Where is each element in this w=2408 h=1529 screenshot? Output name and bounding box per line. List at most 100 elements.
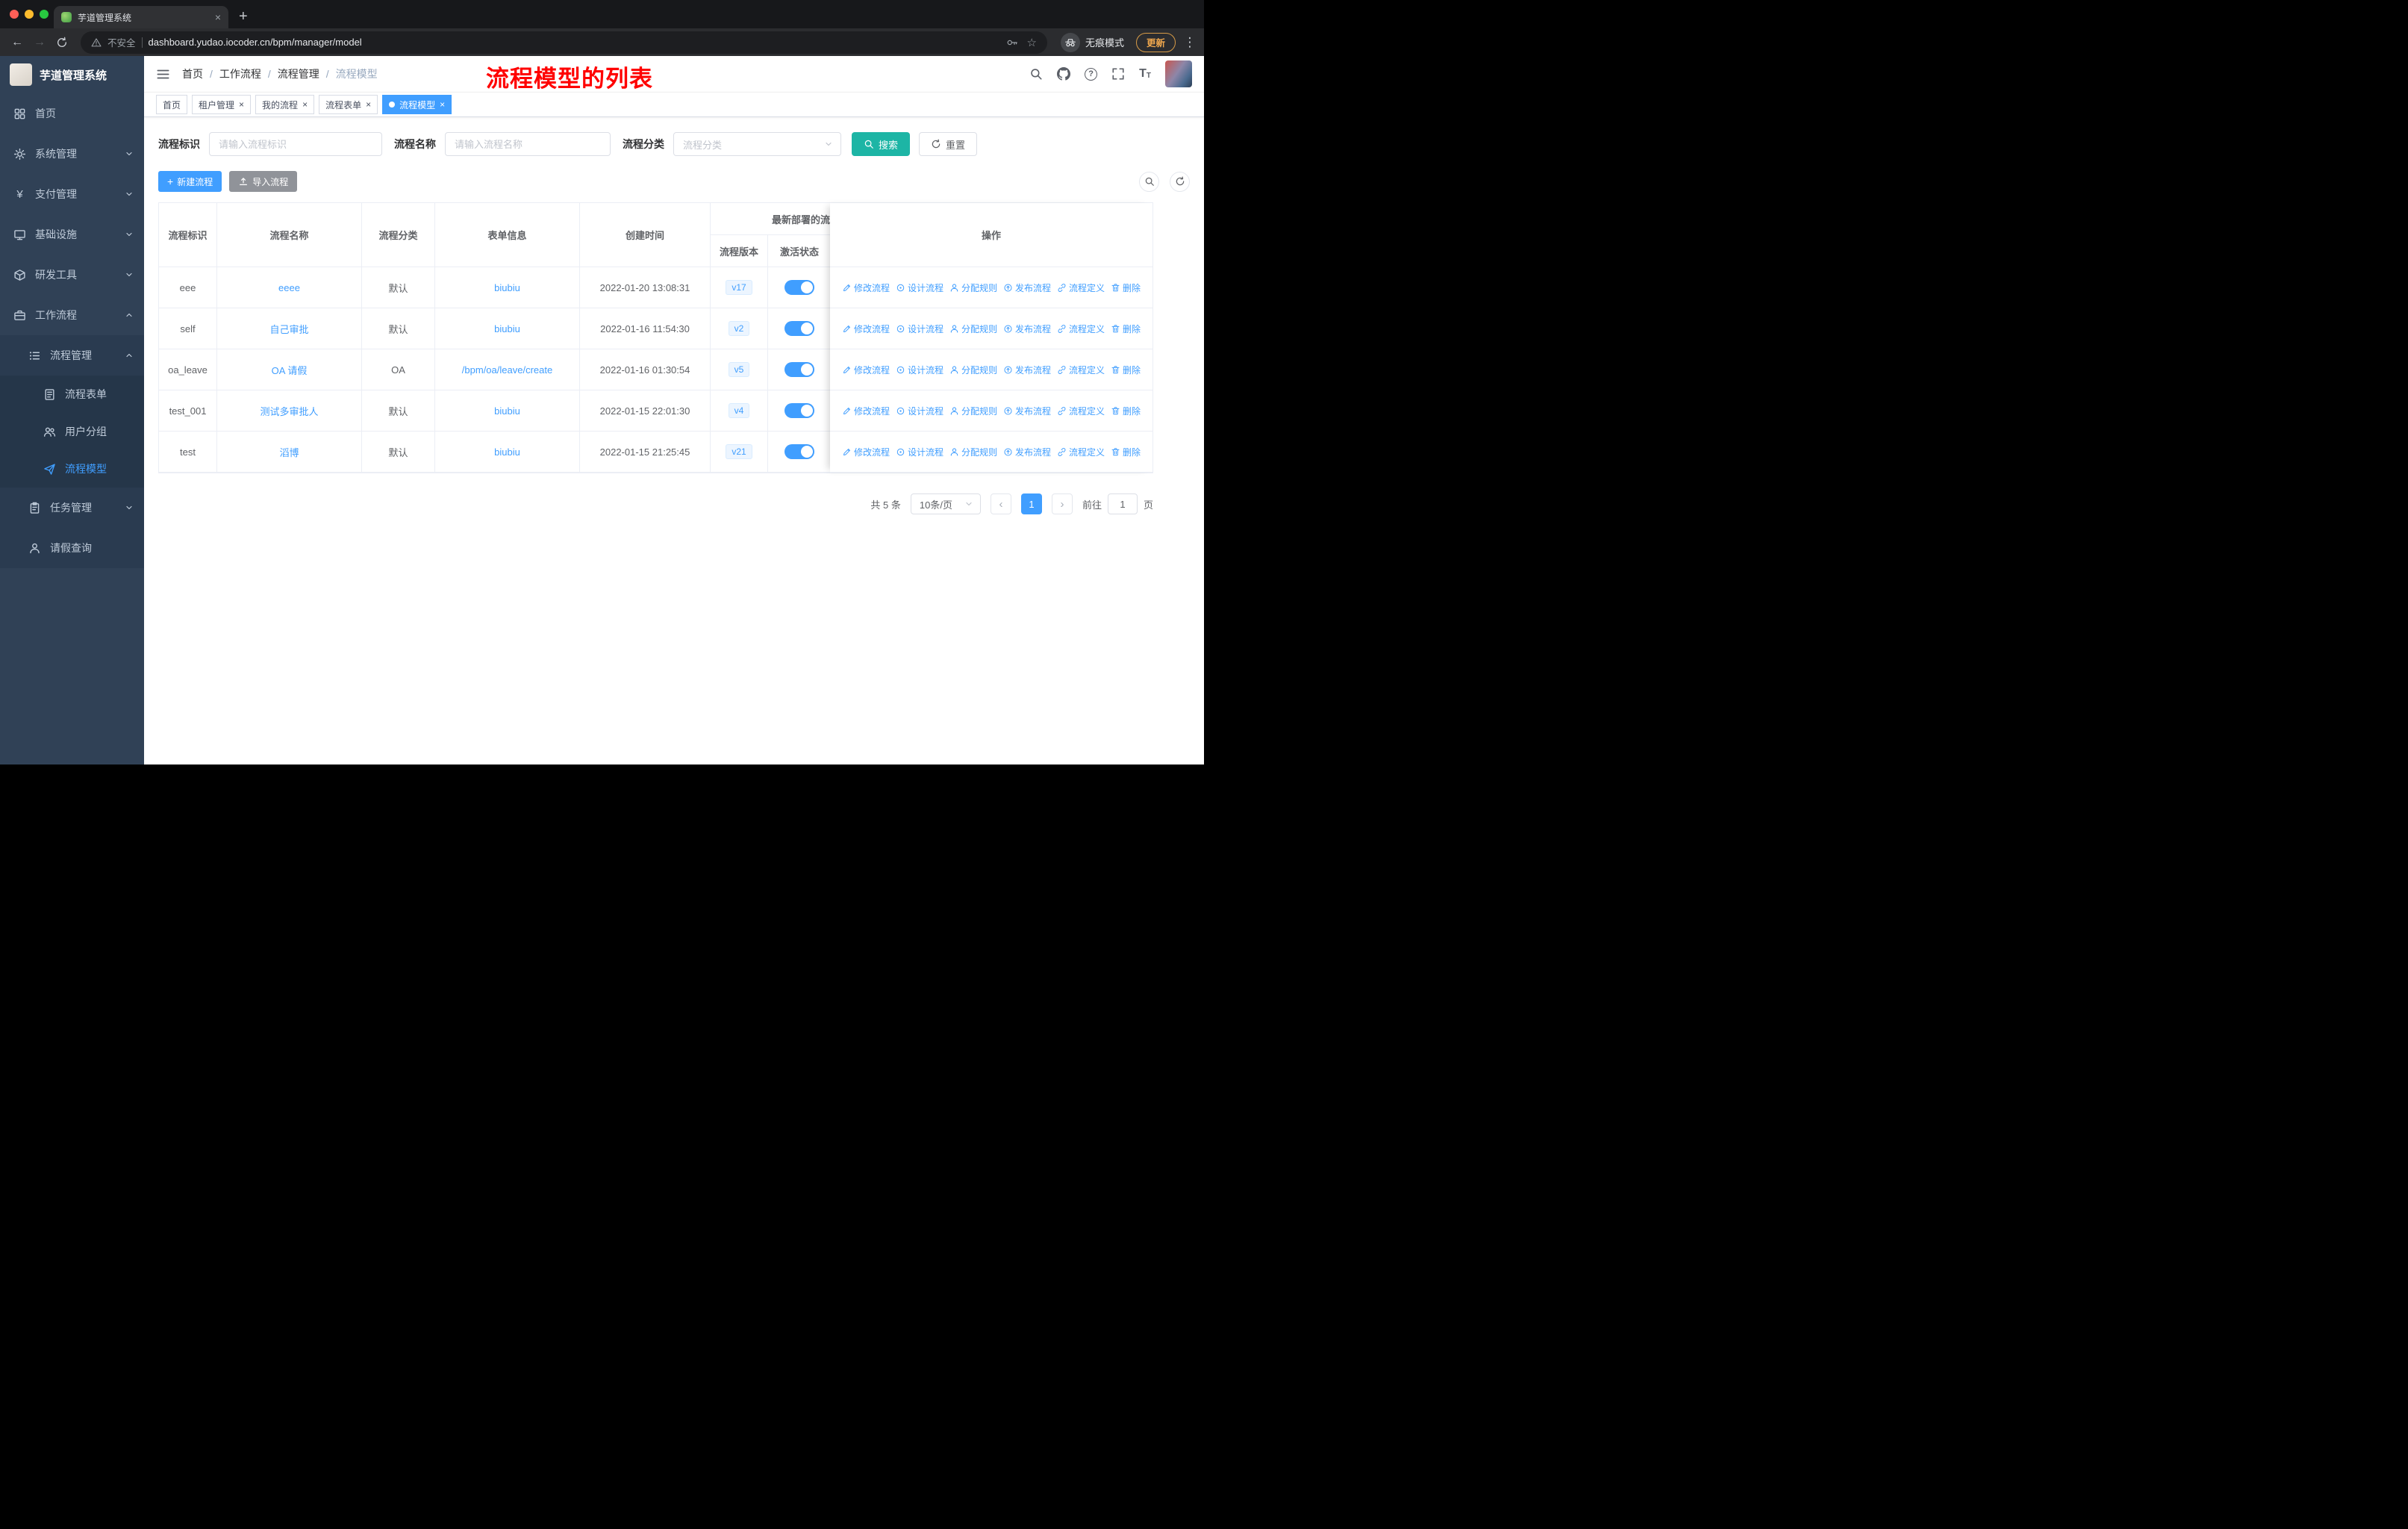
close-icon[interactable]: × <box>302 100 308 109</box>
prev-page-button[interactable]: ‹ <box>990 493 1011 514</box>
process-name-link[interactable]: OA 请假 <box>272 363 308 377</box>
page-jump-input[interactable] <box>1107 493 1138 514</box>
modify-process-link[interactable]: 修改流程 <box>842 281 890 294</box>
sidebar-item-process-model[interactable]: 流程模型 <box>0 450 144 488</box>
tag-process-model[interactable]: 流程模型 × <box>382 95 452 114</box>
browser-tab[interactable]: 芋道管理系统 × <box>54 6 228 28</box>
page-size-select[interactable]: 10条/页 <box>910 493 981 514</box>
delete-link[interactable]: 删除 <box>1111 323 1141 335</box>
sidebar-item-user-group[interactable]: 用户分组 <box>0 413 144 450</box>
delete-link[interactable]: 删除 <box>1111 446 1141 458</box>
url-text[interactable]: dashboard.yudao.iocoder.cn/bpm/manager/m… <box>149 37 1000 48</box>
assign-rule-link[interactable]: 分配规则 <box>949 323 997 335</box>
security-label[interactable]: 不安全 <box>107 35 136 49</box>
browser-menu-button[interactable]: ⋮ <box>1183 35 1197 50</box>
reset-button[interactable]: 重置 <box>919 132 978 156</box>
current-page[interactable]: 1 <box>1020 493 1042 514</box>
modify-process-link[interactable]: 修改流程 <box>842 364 890 376</box>
active-toggle[interactable] <box>785 362 814 377</box>
tag-process-form[interactable]: 流程表单 × <box>319 95 378 114</box>
process-id-input[interactable] <box>209 132 382 156</box>
tab-close-icon[interactable]: × <box>215 12 221 22</box>
breadcrumb-item[interactable]: 流程管理 <box>278 66 319 81</box>
process-definition-link[interactable]: 流程定义 <box>1057 364 1105 376</box>
back-button[interactable]: ← <box>7 33 27 52</box>
process-definition-link[interactable]: 流程定义 <box>1057 281 1105 294</box>
sidebar-item-home[interactable]: 首页 <box>0 93 144 134</box>
form-info-link[interactable]: /bpm/oa/leave/create <box>462 364 552 376</box>
sidebar-item-leave-query[interactable]: 请假查询 <box>0 528 144 568</box>
delete-link[interactable]: 删除 <box>1111 364 1141 376</box>
publish-process-link[interactable]: 发布流程 <box>1003 323 1051 335</box>
category-select[interactable]: 流程分类 <box>673 132 841 156</box>
sidebar-item-process-form[interactable]: 流程表单 <box>0 376 144 413</box>
window-minimize-button[interactable] <box>25 10 34 19</box>
close-icon[interactable]: × <box>366 100 371 109</box>
new-tab-button[interactable]: + <box>239 9 248 24</box>
user-avatar[interactable] <box>1165 60 1192 87</box>
form-info-link[interactable]: biubiu <box>494 323 520 334</box>
publish-process-link[interactable]: 发布流程 <box>1003 446 1051 458</box>
bookmark-star-icon[interactable]: ☆ <box>1027 36 1037 49</box>
process-definition-link[interactable]: 流程定义 <box>1057 446 1105 458</box>
modify-process-link[interactable]: 修改流程 <box>842 323 890 335</box>
hamburger-icon[interactable] <box>156 67 170 81</box>
search-icon[interactable] <box>1029 67 1043 81</box>
key-icon[interactable] <box>1006 37 1018 49</box>
sidebar-item-task-mgmt[interactable]: 任务管理 <box>0 488 144 528</box>
design-process-link[interactable]: 设计流程 <box>896 446 943 458</box>
delete-link[interactable]: 删除 <box>1111 281 1141 294</box>
design-process-link[interactable]: 设计流程 <box>896 405 943 417</box>
breadcrumb-item[interactable]: 工作流程 <box>219 66 261 81</box>
sidebar-item-payment-mgmt[interactable]: ¥ 支付管理 <box>0 174 144 214</box>
process-name-link[interactable]: 自己审批 <box>269 322 308 336</box>
modify-process-link[interactable]: 修改流程 <box>842 446 890 458</box>
font-size-icon[interactable]: TT <box>1139 68 1151 80</box>
table-refresh-button[interactable] <box>1170 171 1190 192</box>
form-info-link[interactable]: biubiu <box>494 282 520 293</box>
tag-home[interactable]: 首页 <box>156 95 188 114</box>
search-button[interactable]: 搜索 <box>852 132 911 156</box>
active-toggle[interactable] <box>785 403 814 418</box>
modify-process-link[interactable]: 修改流程 <box>842 405 890 417</box>
close-icon[interactable]: × <box>440 100 445 109</box>
publish-process-link[interactable]: 发布流程 <box>1003 281 1051 294</box>
design-process-link[interactable]: 设计流程 <box>896 281 943 294</box>
form-info-link[interactable]: biubiu <box>494 446 520 458</box>
design-process-link[interactable]: 设计流程 <box>896 364 943 376</box>
window-close-button[interactable] <box>10 10 19 19</box>
publish-process-link[interactable]: 发布流程 <box>1003 364 1051 376</box>
reload-button[interactable] <box>52 33 72 52</box>
address-bar[interactable]: 不安全 dashboard.yudao.iocoder.cn/bpm/manag… <box>81 31 1047 54</box>
window-zoom-button[interactable] <box>40 10 49 19</box>
assign-rule-link[interactable]: 分配规则 <box>949 405 997 417</box>
process-name-link[interactable]: 测试多审批人 <box>260 404 318 418</box>
update-button[interactable]: 更新 <box>1135 32 1176 52</box>
fullscreen-icon[interactable] <box>1111 67 1125 81</box>
app-logo[interactable]: 芋道管理系统 <box>0 56 144 93</box>
form-info-link[interactable]: biubiu <box>494 405 520 417</box>
sidebar-item-workflow[interactable]: 工作流程 <box>0 295 144 335</box>
publish-process-link[interactable]: 发布流程 <box>1003 405 1051 417</box>
design-process-link[interactable]: 设计流程 <box>896 323 943 335</box>
github-icon[interactable] <box>1057 67 1070 81</box>
tag-tenant-mgmt[interactable]: 租户管理 × <box>192 95 252 114</box>
table-search-button[interactable] <box>1139 171 1159 192</box>
create-process-button[interactable]: + 新建流程 <box>158 171 222 192</box>
process-name-link[interactable]: 滔博 <box>279 445 299 459</box>
assign-rule-link[interactable]: 分配规则 <box>949 281 997 294</box>
help-icon[interactable]: ? <box>1085 67 1098 81</box>
import-process-button[interactable]: 导入流程 <box>229 171 298 192</box>
breadcrumb-item[interactable]: 首页 <box>182 66 203 81</box>
assign-rule-link[interactable]: 分配规则 <box>949 364 997 376</box>
sidebar-item-infrastructure[interactable]: 基础设施 <box>0 214 144 255</box>
delete-link[interactable]: 删除 <box>1111 405 1141 417</box>
sidebar-item-system-mgmt[interactable]: 系统管理 <box>0 134 144 174</box>
sidebar-item-process-mgmt[interactable]: 流程管理 <box>0 335 144 376</box>
process-name-input[interactable] <box>445 132 611 156</box>
process-definition-link[interactable]: 流程定义 <box>1057 405 1105 417</box>
process-definition-link[interactable]: 流程定义 <box>1057 323 1105 335</box>
tag-my-process[interactable]: 我的流程 × <box>255 95 315 114</box>
close-icon[interactable]: × <box>239 100 244 109</box>
active-toggle[interactable] <box>785 280 814 295</box>
